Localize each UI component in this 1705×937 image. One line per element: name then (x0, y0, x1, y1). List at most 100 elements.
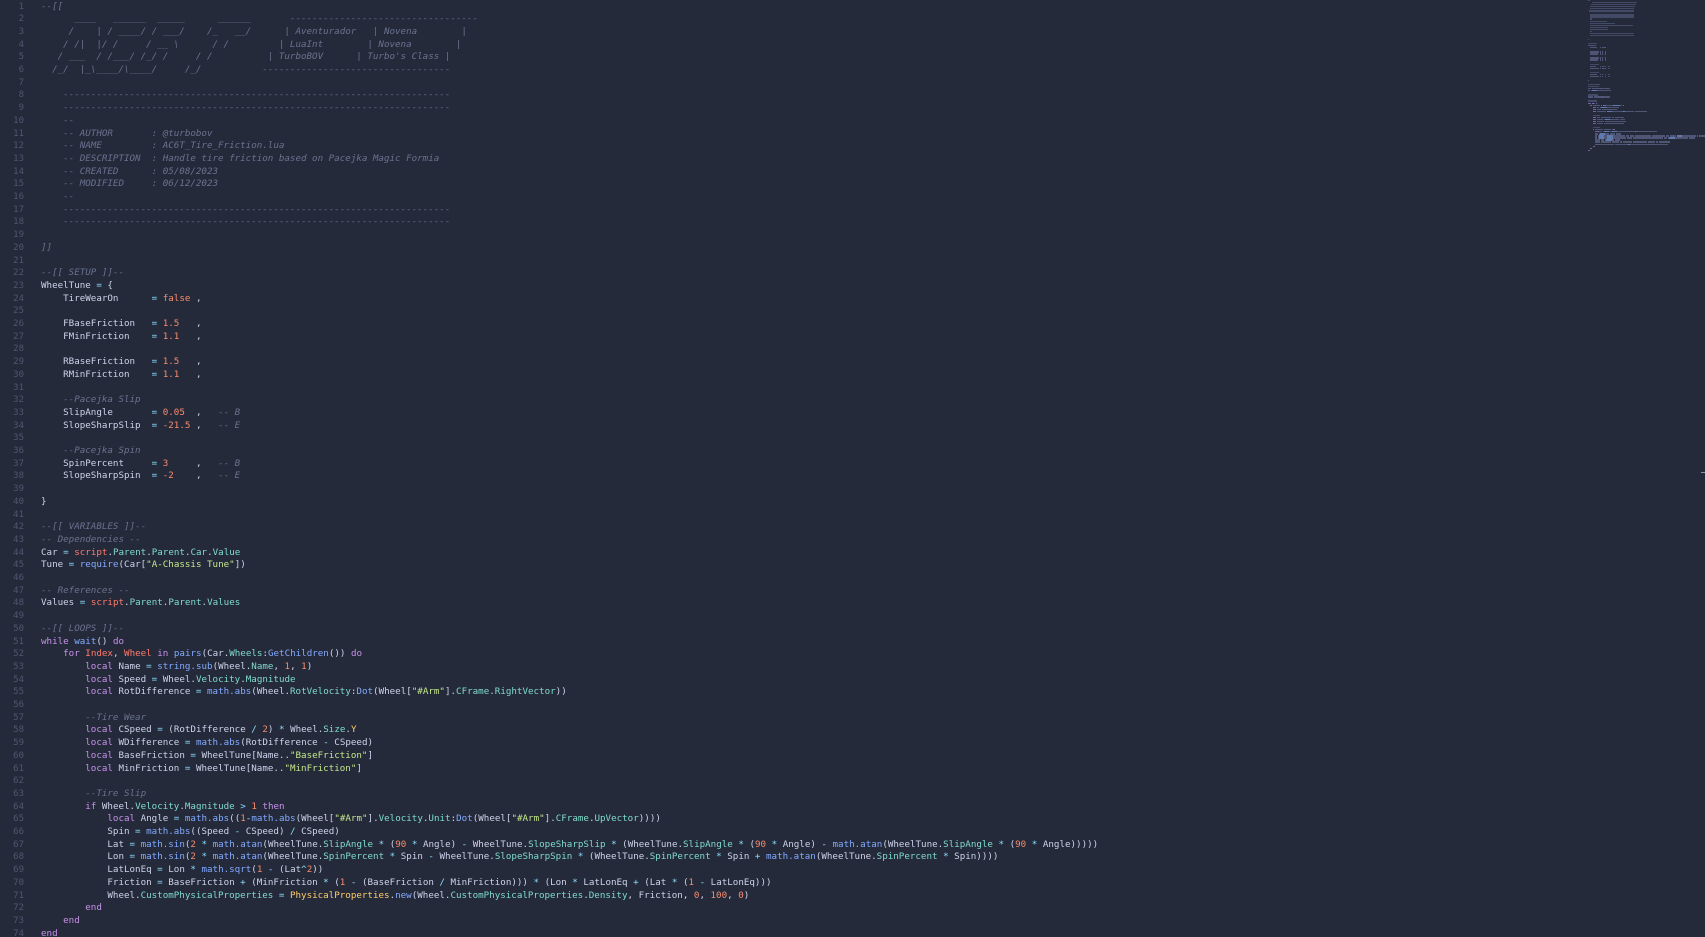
code-token: Magnitude (245, 673, 296, 685)
code-line[interactable]: while wait() do (41, 636, 124, 649)
code-line[interactable]: local RotDifference = math.abs(Wheel.Rot… (41, 686, 566, 699)
code-line[interactable]: -- AUTHOR : @turbobov (41, 128, 212, 141)
code-line[interactable]: --[[ LOOPS ]]-- (41, 623, 124, 636)
code-line[interactable]: -- DESCRIPTION : Handle tire friction ba… (41, 153, 439, 166)
code-editor[interactable]: 1 2 3 4 5 6 7 8 9 10 11 12 13 14 15 16 17 18 19 20 21 22 23 24 2… (0, 0, 1705, 937)
code-token: RightVector (494, 686, 556, 698)
code-token: --[[ LOOPS ]]-- (41, 622, 124, 634)
code-line[interactable]: local WDifference = math.abs(RotDifferen… (41, 737, 373, 750)
minimap-mark (1601, 59, 1604, 61)
code-line[interactable]: --Tire Wear (41, 712, 146, 725)
code-line[interactable]: RMinFriction = 1.1 , (41, 369, 201, 382)
code-line[interactable]: / | / ____/ / ___/ /_ __/ | Aventurador … (41, 26, 467, 39)
code-line[interactable]: --[[ SETUP ]]-- (41, 267, 124, 280)
code-line[interactable]: local Angle = math.abs((1-math.abs(Wheel… (41, 813, 661, 826)
code-line[interactable]: -- NAME : AC6T_Tire_Friction.lua (41, 140, 284, 153)
code-line[interactable]: -- CREATED : 05/08/2023 (41, 166, 218, 179)
code-token: local (85, 737, 113, 749)
code-line[interactable]: --Pacejka Slip (41, 394, 140, 407)
code-line[interactable]: -- (41, 191, 74, 204)
code-line[interactable]: /_/ |_\____/\____/ /_/ -----------------… (41, 64, 450, 77)
code-line[interactable]: Tune = require(Car["A-Chassis Tune"]) (41, 559, 246, 572)
code-line[interactable]: if Wheel.Velocity.Magnitude > 1 then (41, 801, 284, 814)
code-line[interactable]: end (41, 915, 80, 928)
code-line[interactable]: SlopeSharpSpin = -2 , -- E (41, 470, 240, 483)
code-line[interactable]: for Index, Wheel in pairs(Car.Wheels:Get… (41, 648, 362, 661)
code-line[interactable]: ----------------------------------------… (41, 216, 450, 229)
code-token: ( (328, 876, 340, 888)
code-line[interactable]: } (41, 496, 47, 509)
code-line[interactable]: ----------------------------------------… (41, 89, 450, 102)
code-line[interactable]: FBaseFriction = 1.5 , (41, 318, 201, 331)
code-line[interactable]: -- MODIFIED : 06/12/2023 (41, 178, 218, 191)
code-token: ]. (367, 813, 379, 825)
code-token: Size (323, 724, 346, 736)
code-token: Dot (456, 813, 473, 825)
code-line[interactable]: WheelTune = { (41, 280, 113, 293)
code-line[interactable]: RBaseFriction = 1.5 , (41, 356, 201, 369)
code-line[interactable]: end (41, 902, 102, 915)
code-token: (WheelTune. (583, 851, 650, 863)
code-token: /_/ |_\____/\____/ /_/ -----------------… (41, 64, 451, 75)
minimap[interactable] (1588, 0, 1705, 160)
code-line[interactable]: Spin = math.abs((Speed - CSpeed) / CSpee… (41, 826, 339, 839)
line-number: 49 (13, 611, 24, 622)
code-line[interactable]: ____ ______ _____ ______ ---------------… (41, 13, 478, 26)
code-token: , (699, 889, 711, 901)
code-line[interactable]: ----------------------------------------… (41, 102, 450, 115)
code-line[interactable]: local Name = string.sub(Wheel.Name, 1, 1… (41, 661, 312, 674)
code-token: , (179, 318, 202, 329)
code-token: ) (743, 889, 750, 901)
code-line[interactable]: local Speed = Wheel.Velocity.Magnitude (41, 673, 296, 687)
code-token: 1.5 (162, 318, 180, 329)
code-line[interactable]: Friction = BaseFriction + (MinFriction *… (41, 876, 771, 890)
minimap-mark (1645, 110, 1647, 112)
code-token: (Wheel[ (472, 813, 512, 825)
code-line[interactable]: / /| |/ / / __ \ / / | LuaInt | Novena | (41, 39, 461, 52)
code-line[interactable]: Car = script.Parent.Parent.Car.Value (41, 547, 240, 560)
code-line[interactable]: Wheel.CustomPhysicalProperties = Physica… (41, 890, 749, 903)
code-line[interactable]: -- (41, 115, 74, 128)
code-line[interactable]: SlopeSharpSlip = -21.5 , -- E (41, 420, 240, 433)
code-line[interactable]: ]] (41, 242, 52, 255)
code-token: -- DESCRIPTION : Handle tire friction ba… (41, 152, 440, 164)
line-number: 34 (13, 420, 24, 431)
code-line[interactable]: --[[ (41, 1, 63, 14)
minimap-mark (1605, 53, 1606, 55)
code-token: string.sub (157, 660, 213, 672)
code-line[interactable]: SlipAngle = 0.05 , -- B (41, 407, 240, 420)
code-line[interactable]: Values = script.Parent.Parent.Values (41, 597, 240, 610)
code-line[interactable]: Lat = math.sin(2 * math.atan(WheelTune.S… (41, 839, 1098, 852)
code-line[interactable]: --Tire Slip (41, 788, 146, 801)
code-line[interactable]: -- References -- (41, 585, 130, 598)
line-number: 31 (13, 382, 24, 393)
line-number: 73 (13, 915, 24, 926)
code-line[interactable]: -- Dependencies -- (41, 534, 141, 547)
code-line[interactable]: FMinFriction = 1.1 , (41, 331, 201, 344)
code-line[interactable]: / ___ / /___/ /_/ / / / | TurboBOV | Tur… (41, 51, 451, 64)
code-line[interactable]: local CSpeed = (RotDifference / 2) * Whe… (41, 724, 356, 737)
code-line[interactable]: --Pacejka Spin (41, 445, 140, 458)
code-token: CSpeed (112, 724, 158, 736)
code-token: "A-Chassis Tune" (146, 559, 235, 571)
line-number: 8 (18, 90, 24, 101)
code-token: math.atan (212, 851, 263, 863)
code-area[interactable]: --[[ ____ ______ _____ ______ ----------… (41, 0, 1581, 937)
code-line[interactable]: local BaseFriction = WheelTune[Name.."Ba… (41, 750, 373, 763)
code-line[interactable]: TireWearOn = false , (41, 293, 201, 306)
scrollbar-marker[interactable] (1701, 472, 1705, 473)
code-line[interactable]: Lon = math.sin(2 * math.atan(WheelTune.S… (41, 851, 998, 864)
code-line[interactable]: end (41, 928, 58, 937)
minimap-mark (1592, 110, 1597, 112)
code-token: 0.05 (162, 406, 185, 418)
code-line[interactable]: LatLonEq = Lon * math.sqrt(1 - (Lat^2)) (41, 864, 323, 877)
code-line[interactable]: --[[ VARIABLES ]]-- (41, 521, 146, 534)
code-line[interactable]: ----------------------------------------… (41, 204, 450, 217)
code-line[interactable]: SpinPercent = 3 , -- B (41, 458, 240, 471)
code-line[interactable]: local MinFriction = WheelTune[Name.."Min… (41, 763, 362, 776)
